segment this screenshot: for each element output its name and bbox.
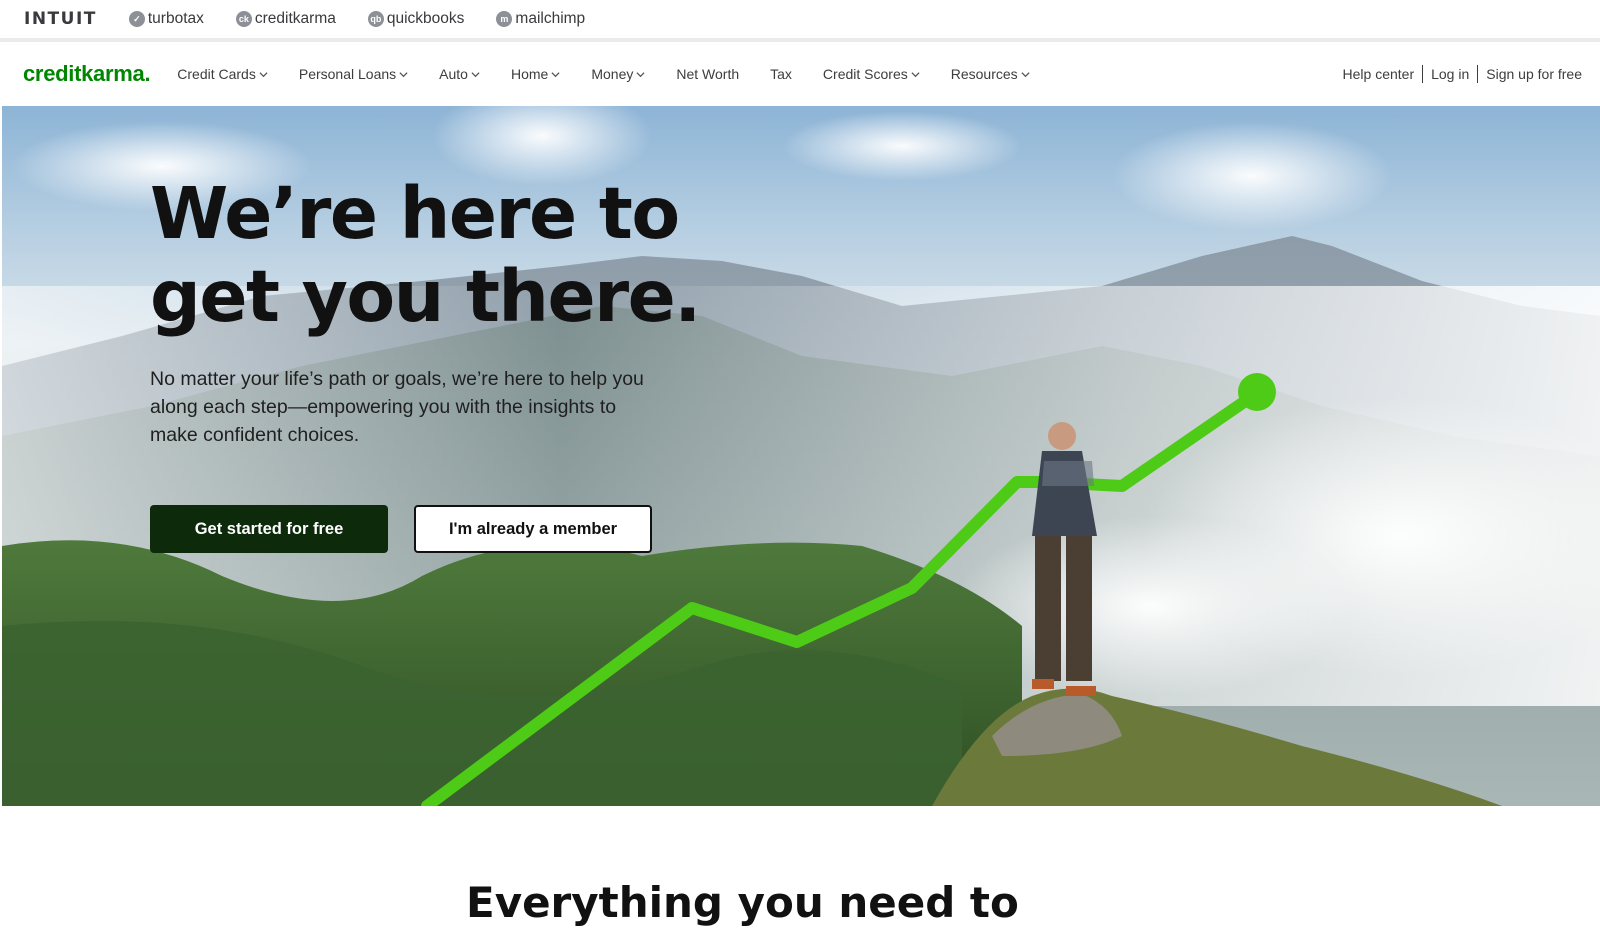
nav-label: Tax: [770, 66, 792, 82]
nav-account-links: Help center Log in Sign up for free: [1343, 42, 1582, 106]
family-link-turbotax[interactable]: ✓ turbotax: [128, 10, 204, 28]
main-nav: creditkarma. Credit Cards Personal Loans…: [0, 42, 1600, 106]
help-center-link[interactable]: Help center: [1343, 66, 1415, 82]
nav-money[interactable]: Money: [591, 66, 645, 82]
family-link-label: turbotax: [147, 10, 204, 27]
intuit-family-bar: INTUIT ✓ turbotax ck creditkarma qb quic…: [0, 0, 1600, 42]
nav-home[interactable]: Home: [511, 66, 560, 82]
quickbooks-qb-icon: qb: [367, 11, 384, 27]
family-link-quickbooks[interactable]: qb quickbooks: [367, 10, 465, 28]
nav-label: Credit Scores: [822, 66, 908, 82]
creditkarma-logo[interactable]: creditkarma.: [23, 61, 151, 87]
chevron-down-icon: [471, 71, 480, 77]
hero-banner: We’re here to get you there. No matter y…: [2, 106, 1600, 806]
nav-label: Personal Loans: [298, 66, 397, 82]
nav-label: Net Worth: [676, 66, 740, 82]
divider: [1477, 65, 1479, 83]
log-in-link[interactable]: Log in: [1431, 66, 1469, 82]
get-started-button[interactable]: Get started for free: [150, 505, 388, 553]
chevron-down-icon: [636, 71, 645, 77]
family-link-label: mailchimp: [515, 10, 586, 27]
chevron-down-icon: [399, 71, 408, 77]
chevron-down-icon: [551, 71, 560, 77]
family-link-mailchimp[interactable]: m mailchimp: [496, 10, 585, 28]
turbotax-check-icon: ✓: [128, 11, 145, 27]
family-link-label: creditkarma: [254, 10, 336, 27]
hero-subtitle: No matter your life’s path or goals, we’…: [150, 368, 644, 446]
logo-text: creditkarma: [23, 61, 145, 86]
nav-label: Credit Cards: [177, 66, 256, 82]
nav-label: Auto: [439, 66, 468, 82]
intuit-logo[interactable]: INTUIT: [24, 9, 97, 29]
section-heading: Everything you need to: [466, 878, 1019, 927]
nav-personal-loans[interactable]: Personal Loans: [299, 66, 408, 82]
already-member-button[interactable]: I'm already a member: [414, 505, 652, 553]
chevron-down-icon: [259, 71, 268, 77]
nav-label: Resources: [950, 66, 1018, 82]
hero-heading-line-1: We’re here to: [150, 172, 680, 255]
sign-up-link[interactable]: Sign up for free: [1486, 66, 1582, 82]
nav-tax[interactable]: Tax: [770, 66, 792, 82]
nav-credit-cards[interactable]: Credit Cards: [177, 66, 268, 82]
hero-heading: We’re here to get you there.: [150, 172, 770, 338]
chevron-down-icon: [1021, 71, 1030, 77]
nav-resources[interactable]: Resources: [951, 66, 1030, 82]
nav-credit-scores[interactable]: Credit Scores: [823, 66, 920, 82]
nav-label: Money: [591, 66, 634, 82]
chevron-down-icon: [911, 71, 920, 77]
nav-auto[interactable]: Auto: [439, 66, 480, 82]
mailchimp-icon: m: [496, 11, 513, 27]
nav-label: Home: [510, 66, 549, 82]
nav-net-worth[interactable]: Net Worth: [676, 66, 739, 82]
family-link-creditkarma[interactable]: ck creditkarma: [235, 10, 336, 28]
divider: [1422, 65, 1424, 83]
family-link-label: quickbooks: [386, 10, 465, 27]
hero-heading-line-2: get you there.: [150, 255, 701, 338]
creditkarma-ck-icon: ck: [235, 11, 252, 27]
logo-dot: .: [144, 61, 151, 86]
